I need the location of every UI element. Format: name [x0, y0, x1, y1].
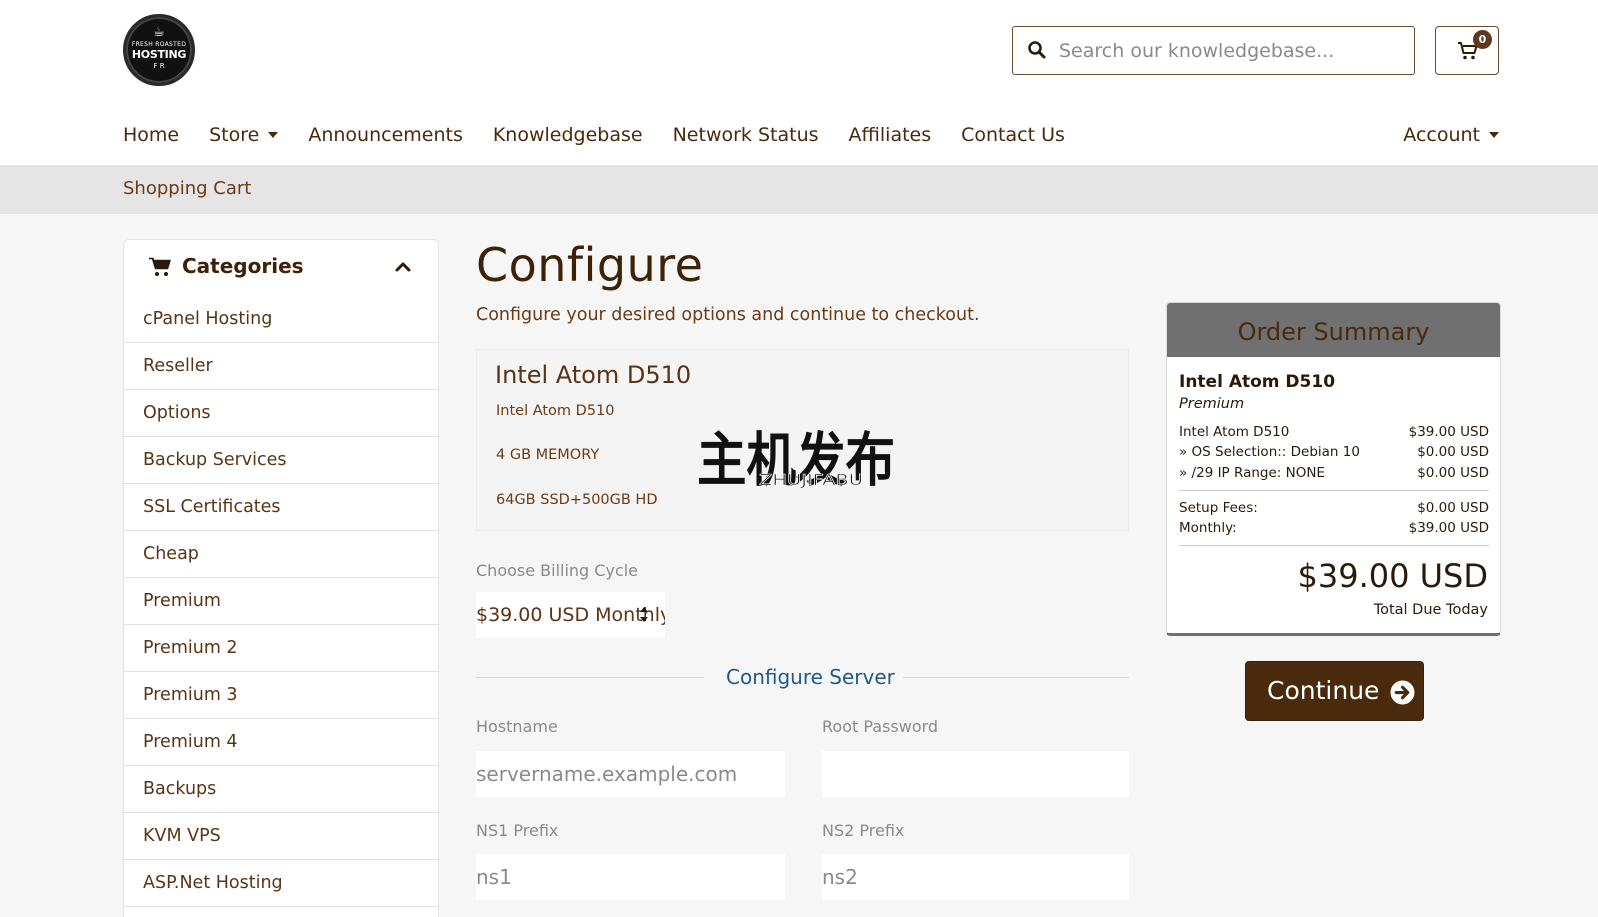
coffee-cup-icon: ☕	[153, 25, 165, 40]
section-divider	[903, 677, 1129, 678]
knowledgebase-search	[1012, 26, 1415, 75]
nav-store[interactable]: Store	[209, 120, 279, 150]
nav-affiliates[interactable]: Affiliates	[849, 120, 932, 150]
hostname-label: Hostname	[476, 717, 558, 736]
logo-text-main: HOSTING	[131, 48, 187, 61]
sidebar-item-backups[interactable]: Backups	[124, 766, 438, 813]
sidebar-item-premium[interactable]: Premium	[124, 578, 438, 625]
order-summary: Order Summary Intel Atom D510 Premium In…	[1166, 302, 1501, 636]
ns2-prefix-label: NS2 Prefix	[822, 821, 905, 840]
sidebar-item-options[interactable]: Options	[124, 390, 438, 437]
categories-title: Categories	[182, 254, 304, 278]
sidebar-item-reseller[interactable]: Reseller	[124, 343, 438, 390]
summary-divider	[1179, 545, 1489, 546]
ns1-prefix-label: NS1 Prefix	[476, 821, 559, 840]
logo-text-top: FRESH ROASTED	[131, 41, 187, 48]
zhujifabu-watermark-logo: 主机发布 ZHUJIFABU	[697, 428, 895, 488]
summary-divider	[1179, 490, 1489, 491]
nav-account[interactable]: Account	[1403, 120, 1499, 150]
continue-button[interactable]: Continue	[1245, 661, 1424, 721]
search-input[interactable]	[1059, 27, 1409, 74]
nav-announcements[interactable]: Announcements	[308, 120, 463, 150]
summary-total-label: Total Due Today	[1373, 602, 1488, 618]
sidebar-item-premium-2[interactable]: Premium 2	[124, 625, 438, 672]
chevron-up-icon[interactable]	[395, 260, 411, 272]
ns1-prefix-input[interactable]	[476, 854, 785, 900]
root-password-input[interactable]	[822, 751, 1129, 797]
categories-sidebar: Categories cPanel Hosting Reseller Options…	[123, 239, 439, 917]
summary-total: $39.00 USD	[1297, 557, 1488, 595]
select-arrows-icon	[640, 607, 648, 622]
sidebar-item-cheap[interactable]: Cheap	[124, 531, 438, 578]
summary-monthly: Monthly: $39.00 USD	[1179, 520, 1489, 536]
configure-server-heading: Configure Server	[726, 665, 895, 689]
logo-text-bottom: F R	[153, 62, 165, 70]
product-name: Intel Atom D510	[495, 361, 692, 389]
summary-setup-fees: Setup Fees: $0.00 USD	[1179, 500, 1489, 516]
cart-button[interactable]: 0	[1435, 26, 1499, 75]
page-title: Configure	[476, 238, 704, 292]
summary-line: Intel Atom D510 $39.00 USD	[1179, 424, 1489, 440]
nav-knowledgebase[interactable]: Knowledgebase	[493, 120, 643, 150]
caret-down-icon	[1489, 132, 1499, 138]
cart-icon	[149, 257, 171, 276]
billing-cycle-value: $39.00 USD Monthly	[476, 604, 665, 626]
svg-text:ZHUJIFABU: ZHUJIFABU	[759, 471, 863, 488]
summary-product-name: Intel Atom D510	[1179, 372, 1336, 392]
order-summary-title: Order Summary	[1167, 303, 1500, 357]
billing-cycle-label: Choose Billing Cycle	[476, 561, 639, 580]
breadcrumb-shopping-cart[interactable]: Shopping Cart	[123, 178, 251, 199]
nav-contact-us[interactable]: Contact Us	[961, 120, 1065, 150]
main-nav: Home Store Announcements Knowledgebase N…	[123, 120, 1095, 150]
product-description-line: Intel Atom D510	[496, 403, 615, 419]
sidebar-item-premium-4[interactable]: Premium 4	[124, 719, 438, 766]
product-memory: 4 GB MEMORY	[496, 447, 600, 463]
summary-line: » /29 IP Range: NONE $0.00 USD	[1179, 465, 1489, 481]
arrow-circle-right-icon	[1390, 680, 1415, 705]
site-header: ☕ FRESH ROASTED HOSTING F R 0 Home Store…	[0, 0, 1598, 165]
sidebar-item-ssl-certificates[interactable]: SSL Certificates	[124, 484, 438, 531]
summary-line: » OS Selection:: Debian 10 $0.00 USD	[1179, 444, 1489, 460]
ns2-prefix-input[interactable]	[822, 854, 1129, 900]
search-icon	[1028, 41, 1046, 59]
sidebar-item-asp-net-hosting[interactable]: ASP.Net Hosting	[124, 860, 438, 907]
summary-product-group: Premium	[1179, 396, 1245, 412]
cart-count-badge: 0	[1473, 30, 1492, 49]
nav-home[interactable]: Home	[123, 120, 179, 150]
sidebar-item-kvm-vps[interactable]: KVM VPS	[124, 813, 438, 860]
root-password-label: Root Password	[822, 717, 939, 736]
product-storage: 64GB SSD+500GB HD	[496, 492, 658, 508]
hostname-input[interactable]	[476, 751, 785, 797]
continue-label: Continue	[1267, 676, 1380, 705]
sidebar-item-cpanel-hosting[interactable]: cPanel Hosting	[124, 296, 438, 343]
section-divider	[476, 677, 704, 678]
product-info-panel: Intel Atom D510 Intel Atom D510 4 GB MEM…	[476, 349, 1129, 531]
categories-header: Categories	[124, 240, 438, 296]
sidebar-item-premium-3[interactable]: Premium 3	[124, 672, 438, 719]
caret-down-icon	[268, 132, 279, 138]
sidebar-item-backup-services[interactable]: Backup Services	[124, 437, 438, 484]
billing-cycle-select[interactable]: $39.00 USD Monthly	[476, 592, 665, 638]
categories-list: cPanel Hosting Reseller Options Backup Serv…	[124, 296, 438, 907]
page-subtitle: Configure your desired options and conti…	[476, 305, 980, 325]
site-logo[interactable]: ☕ FRESH ROASTED HOSTING F R	[123, 14, 195, 86]
nav-network-status[interactable]: Network Status	[673, 120, 819, 150]
breadcrumb: Shopping Cart	[0, 165, 1598, 214]
